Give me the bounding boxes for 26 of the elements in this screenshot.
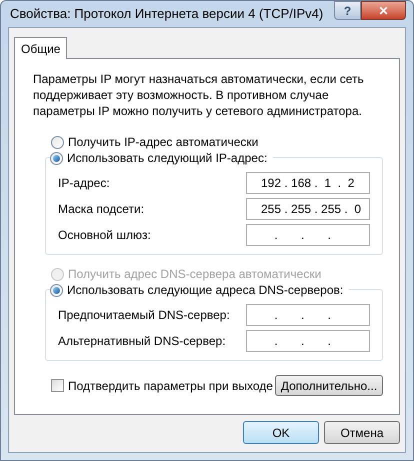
- ip-address-field[interactable]: . . .: [246, 224, 370, 246]
- description-text: Параметры IP могут назначаться автоматически, если сеть поддерживает эту возможность. В противном случае параметры IP можно получить у сетевого администратора.: [32, 71, 365, 119]
- field-label: Основной шлюз:: [58, 227, 151, 244]
- radio-label: Получить адрес DNS-сервера автоматически: [68, 266, 322, 283]
- window-title: Свойства: Протокол Интернета версии 4 (TCP/IPv4): [9, 5, 324, 24]
- radio-label: Использовать следующие адреса DNS-серверов:: [67, 282, 344, 299]
- help-button[interactable]: ?: [334, 1, 361, 20]
- field-label: Альтернативный DNS-сервер:: [58, 333, 226, 350]
- checkbox-label: Подтвердить параметры при выходе: [68, 378, 273, 394]
- radio-button[interactable]: [50, 284, 63, 296]
- ip-address-field[interactable]: 255 . 255 . 255 . 0: [246, 198, 370, 220]
- field-label: Предпочитаемый DNS-сервер:: [58, 307, 230, 324]
- field-label: IP-адрес:: [58, 175, 110, 192]
- radio-button[interactable]: [51, 136, 64, 148]
- radio-label: Получить IP-адрес автоматически: [68, 134, 258, 151]
- ip-address-field[interactable]: 192 . 168 . 1 . 2: [246, 172, 370, 194]
- checkbox[interactable]: [51, 379, 64, 392]
- field-label: Маска подсети:: [58, 201, 144, 218]
- radio-button[interactable]: [50, 152, 63, 164]
- dialog-button[interactable]: OK: [243, 421, 319, 444]
- dialog-button[interactable]: Отмена: [324, 421, 400, 444]
- ip-address-field[interactable]: . . .: [246, 304, 370, 326]
- ip-address-field[interactable]: . . .: [246, 330, 370, 352]
- radio-label: Использовать следующий IP-адрес:: [67, 150, 268, 167]
- tab[interactable]: Общие: [14, 37, 68, 59]
- advanced-button[interactable]: Дополнительно...: [275, 375, 383, 396]
